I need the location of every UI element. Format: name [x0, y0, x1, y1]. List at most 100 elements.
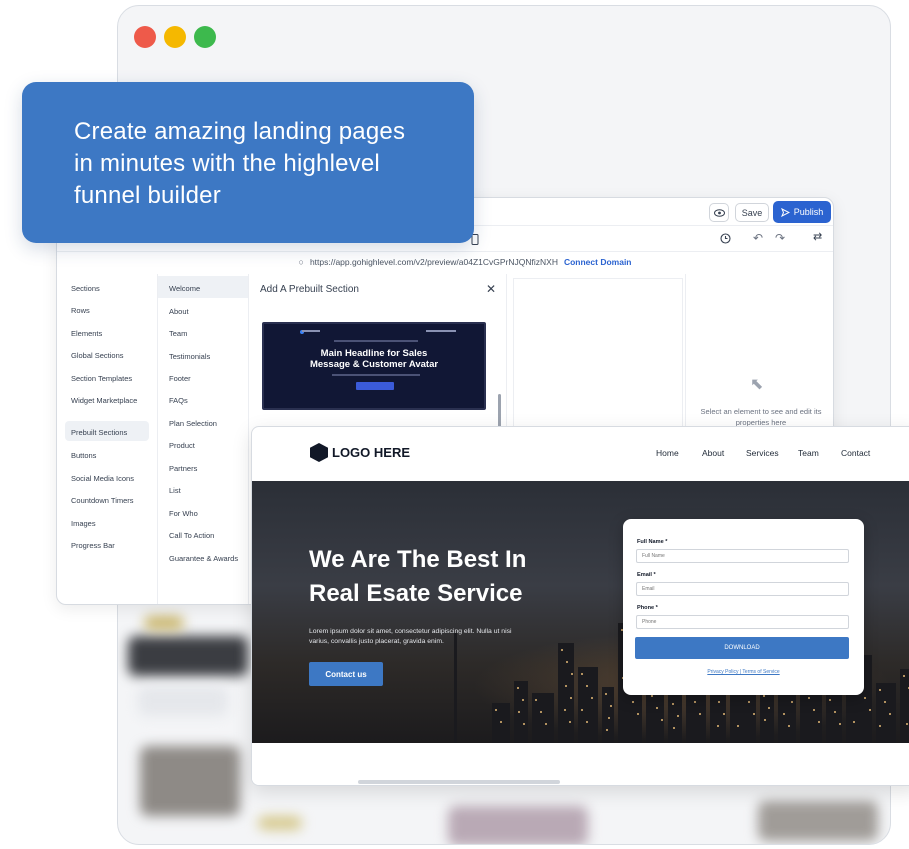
privacy-terms-link[interactable]: Privacy Policy | Terms of Service	[623, 669, 864, 675]
building-window	[581, 709, 583, 711]
category-item-testimonials[interactable]: Testimonials	[169, 352, 210, 361]
left-element-nav: Sections Rows Elements Global Sections S…	[57, 274, 157, 604]
preview-url-bar: ○ https://app.gohighlevel.com/v2/preview…	[57, 252, 833, 272]
left-nav-item-section-templates[interactable]: Section Templates	[71, 374, 132, 383]
horizontal-scrollbar[interactable]	[358, 780, 560, 784]
phone-label: Phone *	[637, 605, 658, 611]
building-window	[545, 723, 547, 725]
settings-sliders-icon[interactable]: ⇄	[813, 230, 822, 243]
left-nav-item-buttons[interactable]: Buttons	[71, 451, 96, 460]
nav-link-about[interactable]: About	[702, 448, 724, 458]
left-nav-item-prebuilt-sections[interactable]: Prebuilt Sections	[71, 428, 127, 437]
connect-domain-link[interactable]: Connect Domain	[564, 257, 632, 267]
nav-link-contact[interactable]: Contact	[841, 448, 870, 458]
building-window	[535, 699, 537, 701]
skyline-building	[826, 693, 842, 743]
full-name-field[interactable]	[636, 549, 849, 563]
building-window	[699, 713, 701, 715]
category-item-welcome[interactable]: Welcome	[169, 284, 200, 293]
left-nav-item-sections[interactable]: Sections	[71, 284, 100, 293]
thumbnail-nav-text	[426, 330, 456, 332]
category-item-guarantee-awards[interactable]: Guarantee & Awards	[169, 554, 238, 563]
nav-link-services[interactable]: Services	[746, 448, 779, 458]
prebuilt-section-thumbnail[interactable]: Main Headline for Sales Message & Custom…	[262, 322, 486, 410]
history-icon[interactable]	[720, 233, 731, 244]
thumbnail-headline-line-1: Main Headline for Sales	[320, 348, 428, 359]
category-item-about[interactable]: About	[169, 307, 189, 316]
left-nav-item-countdown-timers[interactable]: Countdown Timers	[71, 496, 134, 505]
building-window	[610, 705, 612, 707]
download-button[interactable]: DOWNLOAD	[635, 637, 849, 659]
building-window	[673, 727, 675, 729]
left-nav-item-images[interactable]: Images	[71, 519, 96, 528]
building-window	[748, 701, 750, 703]
building-window	[637, 713, 639, 715]
redo-icon[interactable]: ↷	[775, 231, 785, 245]
section-category-nav: Welcome About Team Testimonials Footer F…	[157, 274, 249, 604]
category-item-team[interactable]: Team	[169, 329, 187, 338]
skyline-building	[876, 683, 896, 743]
contact-us-button[interactable]: Contact us	[309, 662, 383, 686]
left-nav-item-global-sections[interactable]: Global Sections	[71, 351, 124, 360]
building-window	[884, 701, 886, 703]
thumbnail-logo-text	[302, 330, 320, 332]
building-window	[677, 715, 679, 717]
category-item-for-who[interactable]: For Who	[169, 509, 198, 518]
thumbnail-subtext	[332, 374, 420, 376]
cursor-click-icon: ⬉	[750, 376, 764, 393]
undo-icon[interactable]: ↶	[753, 231, 763, 245]
landing-logo[interactable]: LOGO HERE	[310, 443, 410, 462]
window-maximize-button[interactable]	[194, 26, 216, 48]
building-window	[661, 719, 663, 721]
blurred-content	[758, 801, 878, 841]
building-window	[864, 697, 866, 699]
building-window	[608, 717, 610, 719]
building-window	[903, 675, 905, 677]
preview-url[interactable]: https://app.gohighlevel.com/v2/preview/a…	[310, 257, 558, 267]
building-window	[829, 699, 831, 701]
publish-button[interactable]: Publish	[773, 201, 831, 223]
category-item-partners[interactable]: Partners	[169, 464, 197, 473]
left-nav-item-social-media-icons[interactable]: Social Media Icons	[71, 474, 134, 483]
phone-field[interactable]	[636, 615, 849, 629]
building-window	[788, 725, 790, 727]
building-window	[869, 709, 871, 711]
building-window	[518, 711, 520, 713]
close-icon[interactable]: ✕	[486, 282, 496, 296]
building-window	[569, 721, 571, 723]
building-window	[540, 711, 542, 713]
landing-footer-area	[252, 743, 909, 785]
nav-link-home[interactable]: Home	[656, 448, 679, 458]
category-item-footer[interactable]: Footer	[169, 374, 191, 383]
building-window	[717, 725, 719, 727]
category-item-call-to-action[interactable]: Call To Action	[169, 531, 214, 540]
window-minimize-button[interactable]	[164, 26, 186, 48]
panel-title: Add A Prebuilt Section	[260, 284, 359, 295]
category-item-list[interactable]: List	[169, 486, 181, 495]
thumbnail-headline: Main Headline for Sales Message & Custom…	[264, 348, 484, 370]
globe-icon: ○	[298, 257, 304, 267]
thumbnail-eyebrow	[334, 340, 418, 342]
left-nav-item-rows[interactable]: Rows	[71, 306, 90, 315]
building-window	[570, 697, 572, 699]
window-close-button[interactable]	[134, 26, 156, 48]
skyline-building	[514, 681, 528, 743]
category-item-faqs[interactable]: FAQs	[169, 396, 188, 405]
preview-eye-button[interactable]	[709, 203, 729, 222]
building-window	[656, 707, 658, 709]
building-window	[889, 713, 891, 715]
left-nav-item-elements[interactable]: Elements	[71, 329, 102, 338]
left-nav-item-progress-bar[interactable]: Progress Bar	[71, 541, 115, 550]
hexagon-logo-icon	[310, 443, 328, 462]
email-field[interactable]	[636, 582, 849, 596]
building-window	[718, 701, 720, 703]
category-item-plan-selection[interactable]: Plan Selection	[169, 419, 217, 428]
logo-text: LOGO HERE	[332, 445, 411, 460]
save-button[interactable]: Save	[735, 203, 769, 222]
building-window	[605, 693, 607, 695]
blurred-content	[258, 816, 302, 830]
nav-link-team[interactable]: Team	[798, 448, 819, 458]
category-item-product[interactable]: Product	[169, 441, 195, 450]
left-nav-item-widget-marketplace[interactable]: Widget Marketplace	[71, 396, 137, 405]
skyline-building	[602, 687, 614, 743]
